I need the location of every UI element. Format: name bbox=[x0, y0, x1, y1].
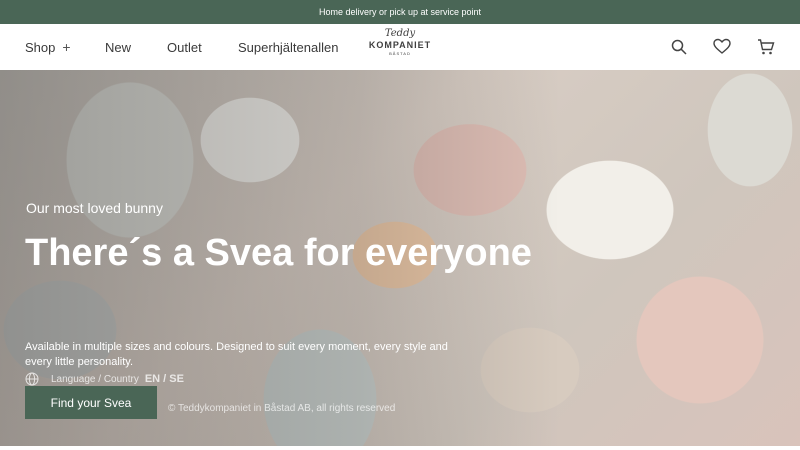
search-icon[interactable] bbox=[670, 38, 688, 56]
copyright-text: © Teddykompaniet in Båstad AB, all right… bbox=[168, 403, 396, 414]
nav-new[interactable]: New bbox=[105, 24, 131, 70]
nav-outlet[interactable]: Outlet bbox=[167, 24, 202, 70]
nav-shop[interactable]: Shop + bbox=[25, 24, 71, 70]
nav-superheroes[interactable]: Superhjältenallen bbox=[238, 24, 338, 70]
find-your-svea-button[interactable]: Find your Svea bbox=[25, 386, 157, 419]
announcement-bar: Home delivery or pick up at service poin… bbox=[0, 0, 800, 24]
language-label: Language / Country bbox=[51, 373, 139, 385]
hero-headline: There´s a Svea for everyone bbox=[25, 232, 532, 274]
brand-logo[interactable]: Teddy KOMPANIET BÅSTAD bbox=[366, 29, 434, 65]
language-value: EN / SE bbox=[144, 373, 184, 385]
hero-description: Available in multiple sizes and colours.… bbox=[25, 341, 448, 368]
site-header: Shop + New Outlet Superhjältenallen Tedd… bbox=[0, 24, 800, 70]
globe-icon bbox=[25, 372, 39, 386]
plus-icon: + bbox=[62, 39, 71, 55]
logo-line-2: KOMPANIET bbox=[368, 40, 432, 50]
nav-shop-label: Shop bbox=[25, 39, 56, 55]
logo-line-3: BÅSTAD bbox=[389, 51, 411, 56]
heart-icon[interactable] bbox=[713, 38, 731, 56]
cart-icon[interactable] bbox=[757, 38, 775, 56]
hero-eyebrow: Our most loved bunny bbox=[26, 200, 163, 216]
announcement-text: Home delivery or pick up at service poin… bbox=[318, 7, 482, 17]
language-selector[interactable]: Language / Country EN / SE bbox=[25, 372, 184, 386]
logo-line-1: Teddy bbox=[384, 28, 416, 39]
